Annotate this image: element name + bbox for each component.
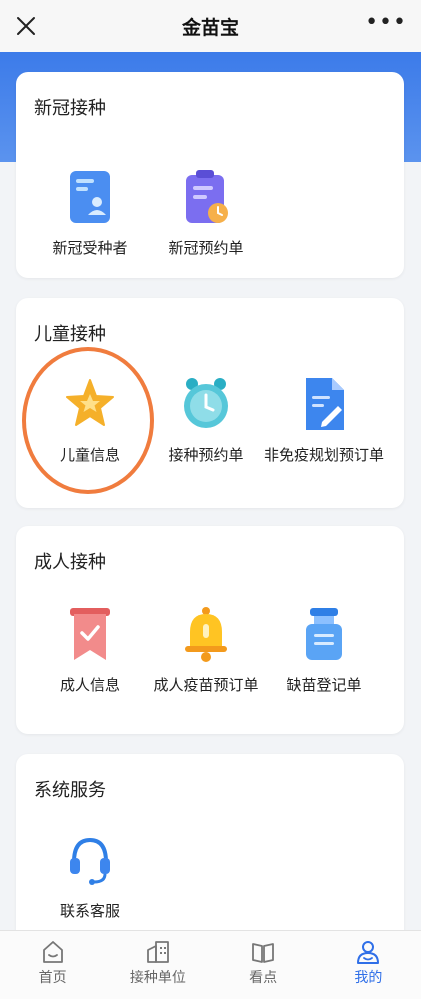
- user-icon: [357, 941, 380, 964]
- section-title: 新冠接种: [34, 98, 106, 119]
- page-title: 金苗宝: [181, 16, 239, 39]
- item-label: 接种预约单: [168, 446, 244, 464]
- bottom-tab-bar: 首页 接种单位 看点 我的: [0, 930, 421, 999]
- document-edit-icon: [306, 378, 344, 430]
- headset-icon: [70, 837, 110, 885]
- section-title: 成人接种: [34, 552, 106, 573]
- tab-label: 接种单位: [129, 970, 186, 986]
- book-icon: [252, 943, 275, 963]
- person-card-icon: [70, 171, 110, 223]
- top-bar: 金苗宝 •••: [0, 0, 421, 52]
- vial-icon: [306, 608, 342, 660]
- building-icon: [146, 941, 169, 963]
- shortage-register-button[interactable]: 缺苗登记单: [259, 606, 389, 695]
- covid-recipient-button[interactable]: 新冠受种者: [25, 169, 155, 258]
- item-label: 联系客服: [59, 902, 120, 920]
- contact-support-button[interactable]: 联系客服: [25, 832, 155, 921]
- covid-appointment-button[interactable]: 新冠预约单: [141, 169, 271, 258]
- item-label: 新冠受种者: [52, 239, 128, 257]
- item-label: 非免疫规划预订单: [263, 446, 384, 464]
- close-icon[interactable]: [10, 10, 42, 42]
- tab-label: 首页: [38, 970, 67, 986]
- highlight-circle: [22, 347, 154, 494]
- tab-highlights[interactable]: 看点: [211, 931, 316, 999]
- section-title: 系统服务: [34, 780, 106, 801]
- item-label: 缺苗登记单: [286, 676, 362, 694]
- clipboard-clock-icon: [186, 170, 228, 223]
- tab-label: 我的: [354, 970, 383, 986]
- section-title: 儿童接种: [34, 324, 106, 345]
- item-label: 新冠预约单: [168, 239, 244, 257]
- ribbon-check-icon: [70, 608, 110, 660]
- home-icon: [42, 941, 63, 963]
- more-options-icon[interactable]: •••: [365, 12, 407, 34]
- tab-home[interactable]: 首页: [0, 931, 105, 999]
- section-system-service: 系统服务 联系客服: [16, 754, 404, 954]
- bell-icon: [185, 607, 227, 662]
- child-appointment-button[interactable]: 接种预约单: [141, 376, 271, 465]
- alarm-clock-icon: [184, 378, 228, 428]
- tab-mine[interactable]: 我的: [316, 931, 421, 999]
- non-immunization-order-button[interactable]: 非免疫规划预订单: [259, 376, 389, 465]
- tab-vaccination-units[interactable]: 接种单位: [105, 931, 210, 999]
- section-adult-vaccination: 成人接种 成人信息 成人疫苗预订单 缺苗登记单: [16, 526, 404, 734]
- section-covid-vaccination: 新冠接种 新冠受种者 新冠预约单: [16, 72, 404, 278]
- item-label: 成人疫苗预订单: [153, 676, 259, 694]
- tab-label: 看点: [249, 970, 278, 986]
- adult-info-button[interactable]: 成人信息: [25, 606, 155, 695]
- adult-vaccine-order-button[interactable]: 成人疫苗预订单: [141, 606, 271, 695]
- item-label: 成人信息: [59, 676, 120, 694]
